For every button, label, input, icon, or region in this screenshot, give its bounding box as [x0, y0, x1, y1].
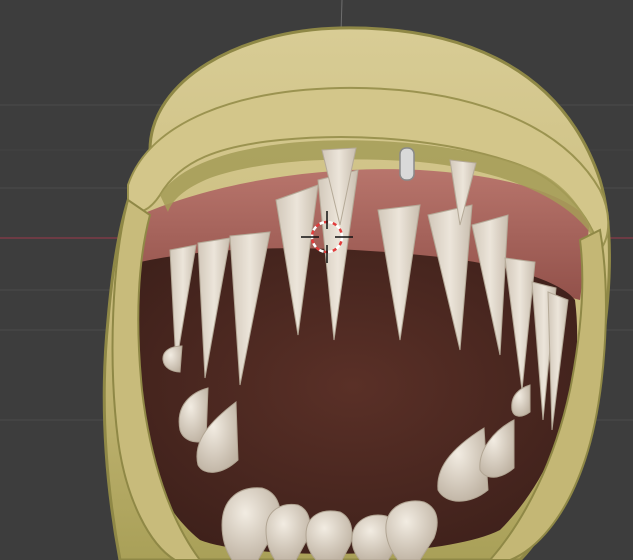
lower-tooth — [305, 510, 353, 560]
viewport-canvas[interactable] — [0, 0, 633, 560]
creature-model[interactable] — [102, 26, 611, 560]
pin-object[interactable] — [399, 147, 415, 181]
3d-viewport[interactable] — [0, 0, 633, 560]
